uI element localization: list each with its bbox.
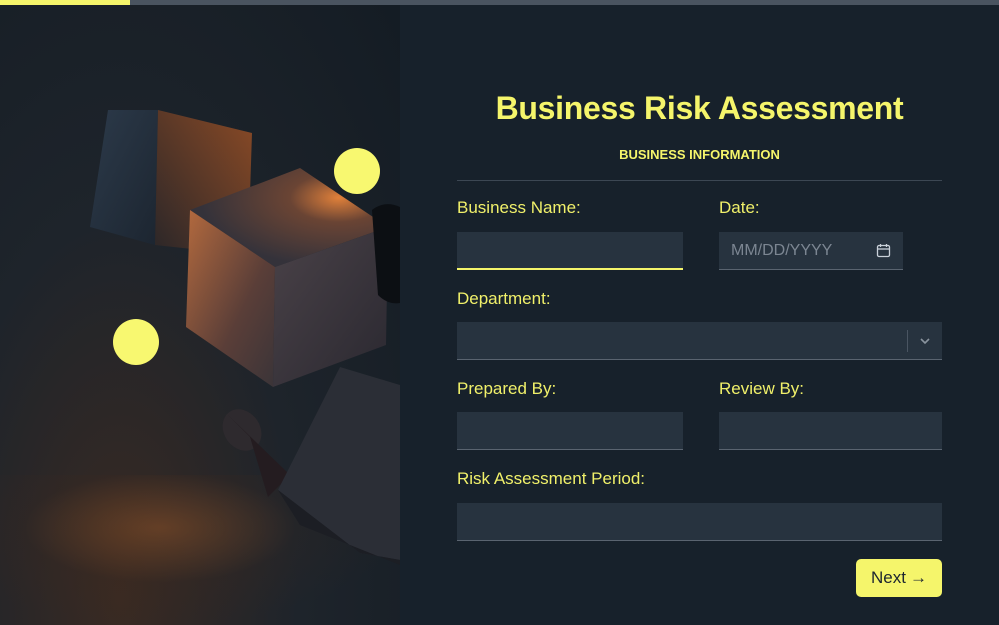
risk-period-label: Risk Assessment Period: — [457, 469, 646, 488]
review-by-input[interactable] — [719, 412, 942, 450]
next-button-label: Next — [871, 568, 906, 587]
business-name-input[interactable] — [457, 232, 683, 270]
chevron-down-icon[interactable] — [918, 334, 932, 348]
select-separator — [907, 330, 908, 352]
section-divider — [457, 180, 942, 181]
prepared-by-label: Prepared By: — [457, 379, 557, 398]
cubes-artwork — [90, 110, 400, 565]
review-by-label: Review By: — [719, 379, 805, 398]
page-title: Business Risk Assessment — [495, 90, 904, 126]
department-label: Department: — [457, 289, 551, 308]
section-heading: BUSINESS INFORMATION — [619, 147, 780, 162]
next-button[interactable]: Next → — [856, 559, 942, 597]
date-label: Date: — [719, 198, 760, 217]
department-select[interactable] — [457, 322, 942, 360]
prepared-by-input[interactable] — [457, 412, 683, 450]
calendar-icon[interactable] — [876, 243, 891, 258]
risk-period-input[interactable] — [457, 503, 942, 541]
arrow-right-icon: → — [909, 568, 927, 587]
business-name-label: Business Name: — [457, 198, 581, 217]
hero-illustration — [0, 5, 400, 625]
